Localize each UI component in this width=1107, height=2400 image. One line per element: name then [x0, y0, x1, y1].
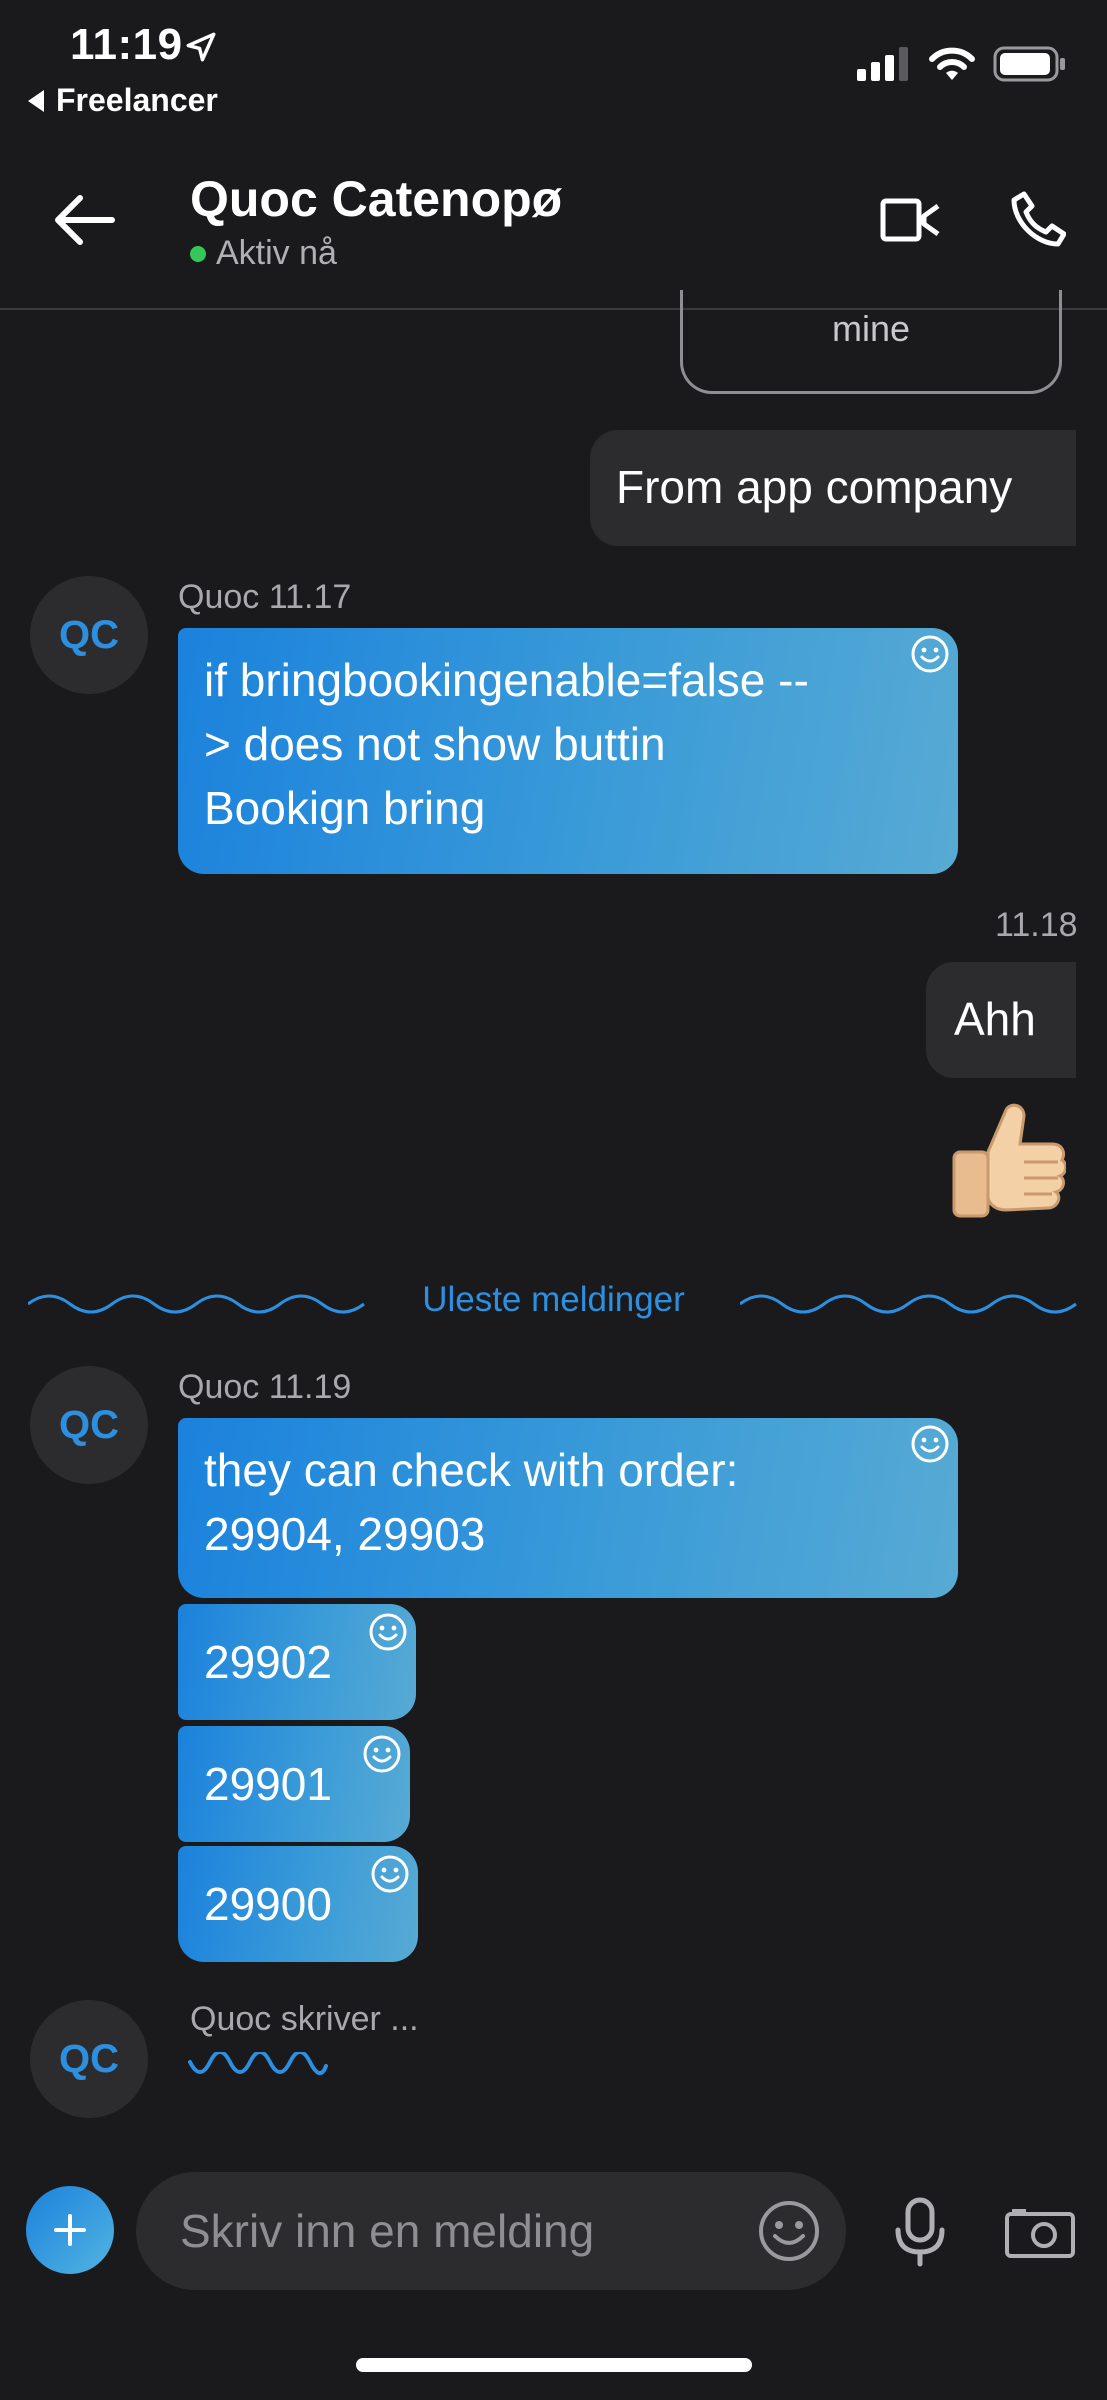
avatar[interactable]: QC [30, 2000, 148, 2118]
typing-wave-icon [188, 2052, 328, 2075]
add-attachment-button[interactable] [26, 2186, 114, 2274]
incoming-message[interactable]: 29900 [178, 1846, 418, 1962]
add-reaction-icon[interactable] [368, 1612, 408, 1652]
back-to-app-link[interactable]: Freelancer [28, 82, 218, 119]
incoming-message[interactable]: they can check with order: 29904, 29903 [178, 1418, 958, 1598]
thumbs-up-icon[interactable] [948, 1100, 1066, 1230]
message-text: 29902 [204, 1636, 332, 1688]
wifi-icon [929, 47, 975, 80]
message-line: > does not show buttin [204, 718, 666, 770]
avatar[interactable]: QC [30, 576, 148, 694]
message-meta: Quoc 11.19 [178, 1368, 352, 1406]
add-reaction-icon[interactable] [370, 1854, 410, 1894]
emoji-icon[interactable] [756, 2198, 822, 2264]
message-line: if bringbookingenable=false -- [204, 654, 809, 706]
add-reaction-icon[interactable] [910, 634, 950, 674]
message-time: 11.18 [995, 906, 1078, 944]
message-text: From app company [616, 461, 1013, 513]
message-text: Ahh [954, 993, 1036, 1045]
plus-icon [54, 2214, 86, 2246]
message-line: 29904, 29903 [204, 1508, 486, 1560]
message-text: 29900 [204, 1878, 332, 1930]
avatar[interactable]: QC [30, 1366, 148, 1484]
battery-icon [993, 46, 1065, 82]
status-time: 11:19 [70, 20, 183, 69]
back-arrow-icon[interactable] [50, 190, 116, 250]
incoming-message[interactable]: 29902 [178, 1604, 416, 1720]
back-app-label: Freelancer [56, 82, 218, 118]
message-meta: Quoc 11.17 [178, 578, 352, 616]
unread-divider: Uleste meldinger [0, 1280, 1107, 1320]
microphone-icon[interactable] [890, 2196, 950, 2268]
message-text: 29901 [204, 1758, 332, 1810]
back-triangle-icon [28, 89, 44, 112]
incoming-message[interactable]: if bringbookingenable=false -- > does no… [178, 628, 958, 874]
contact-status: Aktiv nå [190, 234, 337, 273]
location-arrow-icon [186, 32, 216, 62]
chat-screen: 11:19 Freelancer Quoc Catenopø Aktiv nå … [0, 0, 1107, 2400]
partial-message-card[interactable]: mine [680, 290, 1062, 394]
status-icons [857, 46, 1067, 82]
video-call-icon[interactable] [880, 194, 942, 246]
message-line: Bookign bring [204, 782, 486, 834]
add-reaction-icon[interactable] [910, 1424, 950, 1464]
camera-icon[interactable] [1004, 2206, 1076, 2260]
partial-card-text: mine [831, 308, 911, 349]
message-input[interactable]: Skriv inn en melding [136, 2172, 846, 2290]
online-dot-icon [190, 245, 206, 262]
home-indicator[interactable] [356, 2358, 752, 2372]
contact-name[interactable]: Quoc Catenopø [190, 170, 562, 228]
contact-status-label: Aktiv nå [216, 234, 337, 272]
outgoing-message[interactable]: From app company [590, 430, 1076, 546]
chat-header: Quoc Catenopø Aktiv nå [0, 150, 1107, 310]
cellular-signal-icon [857, 47, 908, 81]
typing-label: Quoc skriver ... [190, 2000, 419, 2038]
phone-call-icon[interactable] [1010, 190, 1066, 248]
message-line: they can check with order: [204, 1444, 739, 1496]
outgoing-message[interactable]: Ahh [926, 962, 1076, 1078]
message-input-placeholder: Skriv inn en melding [180, 2205, 595, 2257]
wave-line-right [740, 1294, 1077, 1314]
add-reaction-icon[interactable] [362, 1734, 402, 1774]
incoming-message[interactable]: 29901 [178, 1726, 410, 1842]
